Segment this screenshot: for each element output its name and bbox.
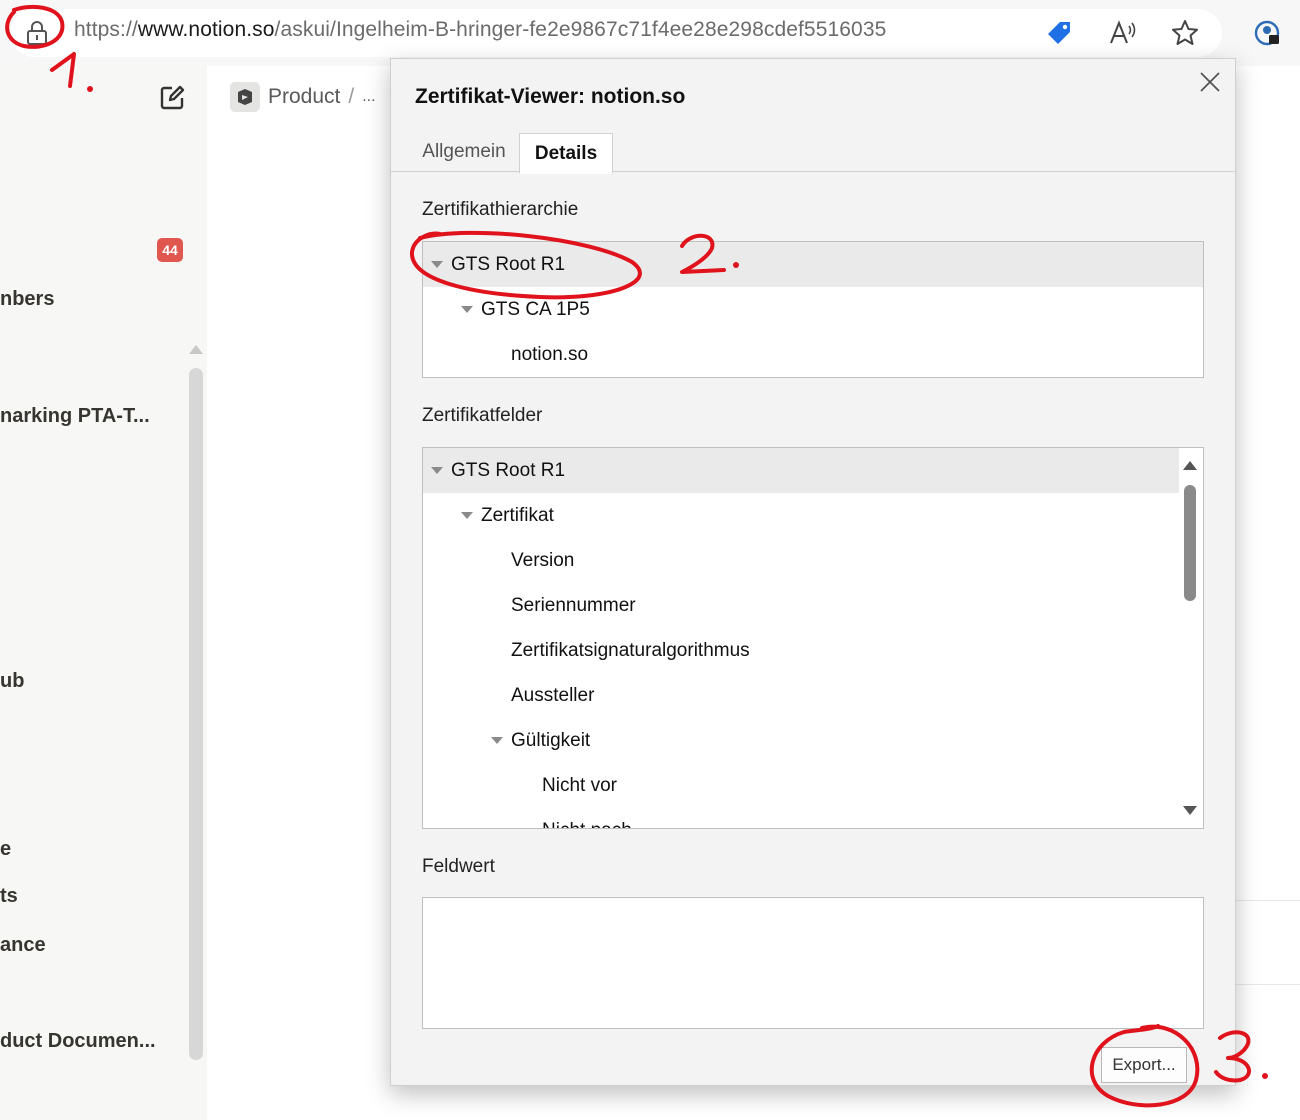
notification-badge: 44 [157, 238, 183, 262]
tree-row[interactable]: Seriennummer [423, 583, 636, 628]
scrollbar-thumb[interactable] [1184, 485, 1196, 601]
tree-row[interactable]: Nicht vor [423, 763, 617, 808]
close-icon[interactable] [1199, 71, 1221, 93]
hierarchy-tree[interactable]: GTS Root R1 GTS CA 1P5 notion.so [422, 241, 1204, 378]
sidebar-scrollbar[interactable] [189, 368, 203, 1060]
expand-triangle-icon[interactable] [461, 512, 473, 519]
expand-triangle-icon[interactable] [431, 261, 443, 268]
tree-row-label: Seriennummer [511, 594, 636, 616]
tree-row[interactable]: GTS Root R1 [423, 448, 1179, 493]
breadcrumb-ellipsis[interactable]: ... [362, 88, 375, 106]
url-path: /askui/Ingelheim-B-hringer-fe2e9867c71f4… [274, 18, 887, 41]
hierarchy-label: Zertifikathierarchie [422, 199, 579, 220]
value-label: Feldwert [422, 856, 495, 877]
tree-row-label: Version [511, 549, 575, 571]
expand-triangle-icon[interactable] [491, 737, 503, 744]
sidebar-item-members[interactable]: nbers [0, 288, 54, 311]
sidebar-item-ance[interactable]: ance [0, 934, 46, 957]
breadcrumb-product[interactable]: Product [268, 85, 340, 109]
tab-allgemein[interactable]: Allgemein [409, 133, 519, 171]
sidebar-item-hub[interactable]: ub [0, 670, 24, 693]
page-icon [230, 82, 260, 112]
tree-row-label: GTS Root R1 [451, 459, 566, 481]
tree-row[interactable]: Zertifikat [423, 493, 554, 538]
breadcrumb-separator: / [348, 85, 355, 108]
tree-row-label: Gültigkeit [511, 729, 591, 751]
fields-tree[interactable]: GTS Root R1 Zertifikat Version Seriennum… [422, 447, 1204, 829]
sidebar-scroll-up-icon[interactable] [189, 345, 203, 354]
tree-row-label: Aussteller [511, 684, 595, 706]
sidebar-item-benchmarking[interactable]: narking PTA-T... [0, 405, 150, 428]
fields-label: Zertifikatfelder [422, 405, 543, 426]
scroll-up-icon[interactable] [1183, 461, 1197, 470]
export-button[interactable]: Export... [1101, 1047, 1187, 1083]
tree-row-label: GTS CA 1P5 [481, 298, 590, 320]
tree-row[interactable]: Aussteller [423, 673, 594, 718]
tree-row-label: Zertifikat [481, 504, 554, 526]
tree-row[interactable]: Gültigkeit [423, 718, 590, 763]
breadcrumb: Product / ... [230, 82, 376, 112]
tabs-divider [391, 171, 1235, 172]
tree-row-label: GTS Root R1 [451, 253, 566, 275]
tree-row-label: Nicht nach [542, 820, 632, 829]
tag-icon[interactable] [1044, 18, 1074, 48]
new-page-icon[interactable] [158, 84, 186, 112]
tree-row-label: notion.so [511, 343, 589, 365]
divider [1234, 984, 1300, 985]
tree-row[interactable]: notion.so [423, 332, 588, 377]
notion-sidebar [0, 66, 207, 1120]
read-aloud-icon[interactable] [1108, 18, 1138, 48]
tree-row[interactable]: Nicht nach [423, 808, 632, 829]
sidebar-item-ts[interactable]: ts [0, 885, 18, 908]
tree-row[interactable]: Zertifikatsignaturalgorithmus [423, 628, 750, 673]
tree-row-label: Nicht vor [542, 774, 617, 796]
expand-triangle-icon[interactable] [431, 467, 443, 474]
sidebar-item-e[interactable]: e [0, 838, 11, 861]
scroll-down-icon[interactable] [1183, 806, 1197, 815]
annotation-dot [1262, 1073, 1268, 1079]
field-value-box[interactable] [422, 897, 1204, 1029]
sidebar-item-product-documentation[interactable]: duct Documen... [0, 1030, 156, 1053]
certificate-viewer-dialog: Zertifikat-Viewer: notion.so Allgemein D… [390, 58, 1236, 1086]
url-text[interactable]: https://www.notion.so/askui/Ingelheim-B-… [74, 18, 886, 42]
tree-row[interactable]: GTS Root R1 [423, 242, 1203, 287]
url-prefix: https:// [74, 18, 138, 41]
tree-row[interactable]: GTS CA 1P5 [423, 287, 590, 332]
url-host: www.notion.so [137, 18, 275, 41]
browser-toolbar: https://www.notion.so/askui/Ingelheim-B-… [0, 0, 1300, 66]
favorite-star-icon[interactable] [1170, 18, 1200, 48]
tree-row-label: Zertifikatsignaturalgorithmus [511, 639, 750, 661]
tab-details[interactable]: Details [519, 133, 613, 174]
tree-row[interactable]: Version [423, 538, 574, 583]
profile-icon[interactable] [1252, 18, 1282, 48]
lock-icon[interactable] [26, 21, 48, 45]
divider [1234, 900, 1300, 901]
expand-triangle-icon[interactable] [461, 306, 473, 313]
dialog-title: Zertifikat-Viewer: notion.so [415, 85, 686, 108]
